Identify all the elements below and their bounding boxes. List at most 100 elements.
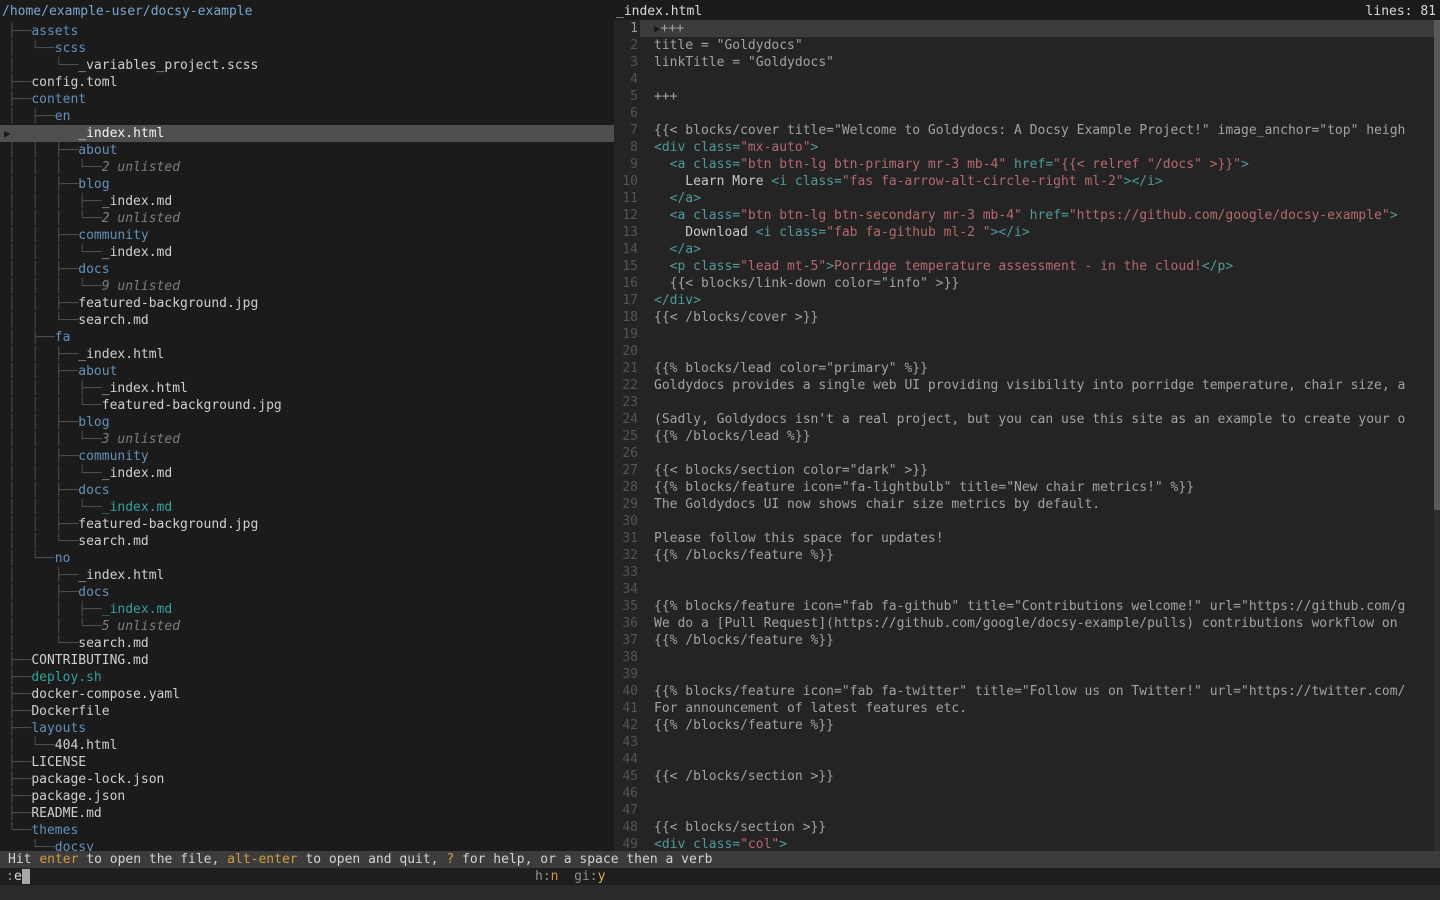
tree-item-9-unlisted[interactable]: │ │ │ └──9 unlisted	[0, 278, 614, 295]
tree-item-_index.html[interactable]: │ │ │ ├──_index.html	[0, 380, 614, 397]
command-input-bar[interactable]: : e h:n gi:y	[0, 868, 1440, 885]
tree-item-blog[interactable]: │ │ ├──blog	[0, 176, 614, 193]
tree-item-layouts[interactable]: ├──layouts	[0, 720, 614, 737]
line-number: 43	[614, 734, 638, 751]
tree-item-docs[interactable]: │ ├──docs	[0, 584, 614, 601]
tree-item-Dockerfile[interactable]: ├──Dockerfile	[0, 703, 614, 720]
code-line-40: 40{{% blocks/feature icon="fab fa-twitte…	[614, 683, 1440, 700]
tree-item-docker-compose.yaml[interactable]: ├──docker-compose.yaml	[0, 686, 614, 703]
tree-item-_index.md[interactable]: │ │ ├──_index.md	[0, 601, 614, 618]
tree-item-featured-background.jpg[interactable]: │ │ │ └──featured-background.jpg	[0, 397, 614, 414]
line-number: 28	[614, 479, 638, 496]
tree-item-config.toml[interactable]: ├──config.toml	[0, 74, 614, 91]
tree-item-featured-background.jpg[interactable]: │ │ ├──featured-background.jpg	[0, 295, 614, 312]
line-number: 49	[614, 836, 638, 851]
preview-header: _index.html lines: 81	[614, 0, 1440, 20]
tree-item-search.md[interactable]: │ │ └──search.md	[0, 533, 614, 550]
tree-item-fa[interactable]: │ ├──fa	[0, 329, 614, 346]
tree-item-_index.html[interactable]: │ ├──_index.html	[0, 567, 614, 584]
tree-item-_index.html[interactable]: ▶ │ │ ├──_index.html	[0, 125, 614, 142]
tree-item-about[interactable]: │ │ ├──about	[0, 142, 614, 159]
flag-label: gi:	[574, 869, 597, 884]
tree-item-docs[interactable]: │ │ ├──docs	[0, 261, 614, 278]
tree-item-assets[interactable]: ├──assets	[0, 23, 614, 40]
code-segment: <a class=	[654, 208, 740, 223]
tree-branch-lines: │ └──	[0, 551, 55, 566]
tree-branch-lines: │ └──	[0, 738, 55, 753]
line-number: 23	[614, 394, 638, 411]
tree-item-docsy[interactable]: └──docsy	[0, 839, 614, 851]
text-cursor	[22, 869, 30, 884]
tree-item-_variables_project.scss[interactable]: │ └──_variables_project.scss	[0, 57, 614, 74]
tree-branch-lines: │ │ └──	[0, 534, 78, 549]
tree-item-5-unlisted[interactable]: │ │ └──5 unlisted	[0, 618, 614, 635]
line-number: 27	[614, 462, 638, 479]
status-bar: Hit enter to open the file, alt-enter to…	[0, 851, 1440, 868]
code-line-24: 24(Sadly, Goldydocs isn't a real project…	[614, 411, 1440, 428]
tree-item-no[interactable]: │ └──no	[0, 550, 614, 567]
tree-branch-lines: │ ├──	[0, 585, 78, 600]
tree-item-label: fa	[55, 330, 71, 345]
tree-pane: /home/example-user/docsy-example ├──asse…	[0, 0, 614, 851]
tree-item-en[interactable]: │ ├──en	[0, 108, 614, 125]
code-segment: </div>	[654, 293, 701, 308]
tree-item-3-unlisted[interactable]: │ │ │ └──3 unlisted	[0, 431, 614, 448]
code-line-31: 31Please follow this space for updates!	[614, 530, 1440, 547]
tree-item-scss[interactable]: │ └──scss	[0, 40, 614, 57]
line-number: 26	[614, 445, 638, 462]
line-number: 2	[614, 37, 638, 54]
tree-item-CONTRIBUTING.md[interactable]: ├──CONTRIBUTING.md	[0, 652, 614, 669]
code-line-10: 10 Learn More <i class="fas fa-arrow-alt…	[614, 173, 1440, 190]
tree-item-themes[interactable]: └──themes	[0, 822, 614, 839]
scrollbar-thumb[interactable]	[1434, 20, 1440, 510]
code-segment: +++	[654, 89, 677, 104]
tree-item-404.html[interactable]: │ └──404.html	[0, 737, 614, 754]
tree-item-deploy.sh[interactable]: ├──deploy.sh	[0, 669, 614, 686]
tree-item-_index.md[interactable]: │ │ │ └──_index.md	[0, 244, 614, 261]
tree-item-_index.md[interactable]: │ │ │ ├──_index.md	[0, 193, 614, 210]
tree-item-_index.md[interactable]: │ │ │ └──_index.md	[0, 465, 614, 482]
code-line-5: 5+++	[614, 88, 1440, 105]
tree-item-2-unlisted[interactable]: │ │ │ └──2 unlisted	[0, 210, 614, 227]
tree-item-label: README.md	[31, 806, 101, 821]
tree-item-search.md[interactable]: │ └──search.md	[0, 635, 614, 652]
tree-item-about[interactable]: │ │ ├──about	[0, 363, 614, 380]
tree-item-blog[interactable]: │ │ ├──blog	[0, 414, 614, 431]
code-segment: </a>	[654, 191, 701, 206]
tree-item-featured-background.jpg[interactable]: │ │ ├──featured-background.jpg	[0, 516, 614, 533]
tree-branch-lines: │ │ │ └──	[0, 279, 102, 294]
tree-item-package.json[interactable]: ├──package.json	[0, 788, 614, 805]
tree-item-search.md[interactable]: │ │ └──search.md	[0, 312, 614, 329]
tree-item-community[interactable]: │ │ ├──community	[0, 448, 614, 465]
code-segment: >	[811, 140, 819, 155]
tree-item-community[interactable]: │ │ ├──community	[0, 227, 614, 244]
tree-item-_index.md[interactable]: │ │ │ └──_index.md	[0, 499, 614, 516]
tree-item-docs[interactable]: │ │ ├──docs	[0, 482, 614, 499]
code-segment: >	[826, 259, 834, 274]
tree-branch-lines: │ │ │ └──	[0, 466, 102, 481]
tree-item-label: _index.md	[102, 602, 172, 617]
tree-item-LICENSE[interactable]: ├──LICENSE	[0, 754, 614, 771]
current-path: /home/example-user/docsy-example	[0, 0, 614, 23]
tree-item-content[interactable]: ├──content	[0, 91, 614, 108]
tree-item-2-unlisted[interactable]: │ │ │ └──2 unlisted	[0, 159, 614, 176]
code-segment: We do a [Pull Request](https://github.co…	[654, 616, 1398, 631]
line-number: 35	[614, 598, 638, 615]
tree-item-README.md[interactable]: ├──README.md	[0, 805, 614, 822]
code-segment: <i class=	[771, 174, 841, 189]
code-segment: href=	[1022, 208, 1069, 223]
preview-scrollbar[interactable]	[1434, 20, 1440, 851]
tree-branch-lines: │ │ │ └──	[0, 160, 102, 175]
command-input-value[interactable]: e	[14, 868, 22, 885]
tree-item-_index.html[interactable]: │ │ ├──_index.html	[0, 346, 614, 363]
code-segment: {{% blocks/feature icon="fab fa-twitter"…	[654, 684, 1405, 699]
tree-branch-lines: ├──	[0, 653, 31, 668]
code-line-46: 46	[614, 785, 1440, 802]
code-segment: {{< blocks/section >}}	[654, 820, 826, 835]
line-number: 25	[614, 428, 638, 445]
tree-item-package-lock.json[interactable]: ├──package-lock.json	[0, 771, 614, 788]
code-line-49: 49<div class="col">	[614, 836, 1440, 851]
tree-item-label: CONTRIBUTING.md	[31, 653, 148, 668]
code-line-4: 4	[614, 71, 1440, 88]
tree-item-label: _index.md	[102, 245, 172, 260]
